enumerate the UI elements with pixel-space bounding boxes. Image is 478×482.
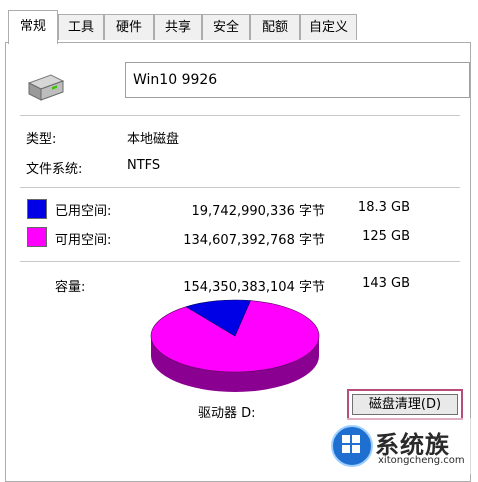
free-space-bytes: 134,607,392,768 字节 bbox=[183, 233, 325, 248]
used-space-size: 18.3 GB bbox=[357, 200, 410, 215]
type-label: 类型: bbox=[26, 132, 57, 147]
divider bbox=[20, 115, 460, 116]
watermark-url: xitongcheng.com bbox=[378, 455, 465, 466]
used-space-bytes: 19,742,990,336 字节 bbox=[191, 204, 325, 219]
hard-drive-icon bbox=[27, 74, 65, 101]
disk-cleanup-button[interactable]: 磁盘清理(D) bbox=[352, 394, 458, 415]
free-space-swatch bbox=[27, 227, 47, 247]
free-space-label: 可用空间: bbox=[55, 233, 112, 248]
free-space-size: 125 GB bbox=[362, 229, 410, 244]
disk-cleanup-highlight: 磁盘清理(D) bbox=[347, 389, 463, 420]
filesystem-label: 文件系统: bbox=[26, 162, 83, 177]
drive-name-input[interactable] bbox=[125, 62, 470, 98]
capacity-label: 容量: bbox=[55, 280, 86, 295]
drive-letter-label: 驱动器 D: bbox=[198, 406, 256, 421]
type-value: 本地磁盘 bbox=[127, 132, 180, 147]
filesystem-value: NTFS bbox=[127, 158, 161, 173]
divider bbox=[20, 187, 460, 188]
used-space-swatch bbox=[27, 199, 47, 219]
capacity-size: 143 GB bbox=[362, 276, 410, 291]
capacity-bytes: 154,350,383,104 字节 bbox=[183, 280, 325, 295]
divider bbox=[20, 261, 460, 262]
used-space-label: 已用空间: bbox=[55, 204, 112, 219]
disk-usage-pie-chart bbox=[150, 299, 320, 392]
